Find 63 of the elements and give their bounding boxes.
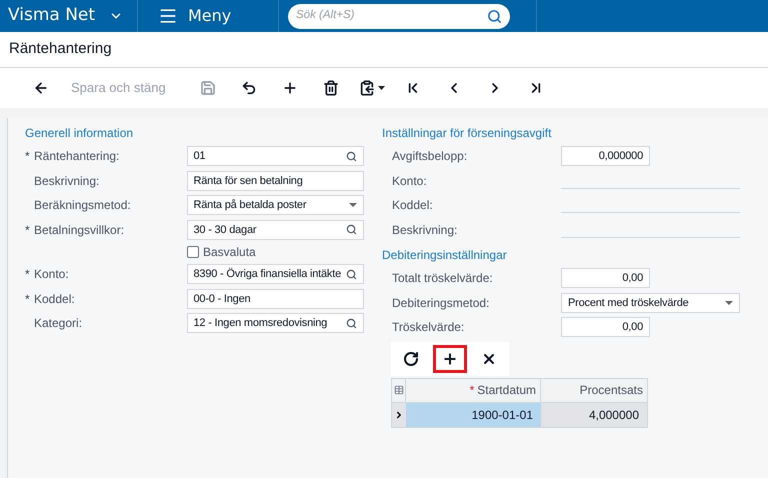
- field-label: Beskrivning:: [34, 172, 100, 190]
- menu-button[interactable]: Meny: [138, 0, 279, 32]
- field-label: Konto:: [34, 266, 69, 284]
- trash-icon: [323, 80, 340, 96]
- grid-row[interactable]: 1900-01-01 4,000000: [392, 402, 647, 426]
- column-label: Procentsats: [580, 382, 643, 399]
- input-field[interactable]: 00-0 - Ingen: [186, 288, 364, 309]
- input-field[interactable]: 0,00: [561, 268, 650, 288]
- dropdown-field[interactable]: Ränta på betalda poster: [186, 195, 364, 216]
- table-cell[interactable]: 1900-01-01: [406, 402, 541, 426]
- required-asterisk: *: [25, 292, 30, 306]
- field-label: Koddel:: [391, 197, 434, 214]
- field-label: Avgiftsbelopp:: [391, 148, 468, 166]
- input-field[interactable]: 8390 - Övriga finansiella intäkte: [186, 264, 364, 284]
- refresh-icon: [402, 350, 419, 366]
- plus-icon: [282, 80, 298, 96]
- field-label: Beskrivning:: [391, 222, 458, 239]
- input-field[interactable]: 12 - Ingen momsredovisning: [186, 313, 364, 334]
- clipboard-icon: [359, 80, 376, 96]
- field-label: Tröskelvärde:: [391, 319, 466, 336]
- field-label: Kategori:: [34, 315, 82, 332]
- checkbox-label: Basvaluta: [203, 244, 256, 261]
- section-title: Inställningar för förseningsavgift: [382, 125, 552, 142]
- input-field[interactable]: 01: [186, 146, 364, 166]
- dropdown-arrow-icon: [378, 86, 386, 90]
- search-icon[interactable]: [346, 224, 357, 236]
- grid-toolbar-button[interactable]: [433, 344, 467, 372]
- input-field[interactable]: Ränta för sen betalning: [186, 170, 364, 191]
- input-field[interactable]: 0,00: [561, 317, 650, 338]
- required-asterisk: *: [25, 267, 30, 282]
- input-field[interactable]: 30 - 30 dagar: [186, 220, 364, 240]
- undo-icon: [241, 80, 258, 96]
- input-field[interactable]: 0,000000: [561, 146, 650, 166]
- row-indicator-icon: [394, 410, 404, 420]
- dropdown-field[interactable]: Procent med tröskelvärde: [561, 292, 740, 313]
- required-asterisk: *: [25, 222, 30, 237]
- field-label: Betalningsvillkor:: [34, 222, 124, 239]
- required-asterisk: *: [25, 149, 30, 164]
- save-icon: [200, 80, 216, 96]
- brand-name[interactable]: Visma Net: [8, 3, 96, 29]
- field-label: Konto:: [391, 172, 428, 190]
- search-field[interactable]: Sök (Alt+S): [288, 4, 510, 28]
- field-label: Beräkningsmetod:: [34, 197, 131, 214]
- search-icon[interactable]: [487, 8, 502, 24]
- dropdown-arrow-icon[interactable]: [725, 300, 733, 305]
- section-title: Debiteringsinställningar: [382, 247, 508, 264]
- checkbox[interactable]: [187, 246, 199, 258]
- search-icon[interactable]: [346, 268, 357, 280]
- column-label: Startdatum: [477, 382, 536, 399]
- field-label: Räntehantering:: [34, 148, 120, 166]
- search-input[interactable]: Sök (Alt+S): [296, 7, 487, 25]
- page-title: Räntehantering: [9, 39, 112, 60]
- search-icon[interactable]: [346, 150, 357, 162]
- field-label: Debiteringsmetod:: [391, 294, 490, 312]
- search-icon[interactable]: [346, 318, 357, 329]
- section-title: Generell information: [25, 125, 134, 142]
- grid-settings-icon[interactable]: [394, 385, 404, 395]
- table-cell[interactable]: 4,000000: [541, 402, 647, 426]
- dropdown-arrow-icon[interactable]: [349, 203, 357, 208]
- plus-icon: [442, 350, 458, 366]
- field-label: Totalt tröskelvärde:: [391, 270, 494, 288]
- required-asterisk: *: [470, 382, 474, 399]
- field-label: Koddel:: [34, 290, 75, 308]
